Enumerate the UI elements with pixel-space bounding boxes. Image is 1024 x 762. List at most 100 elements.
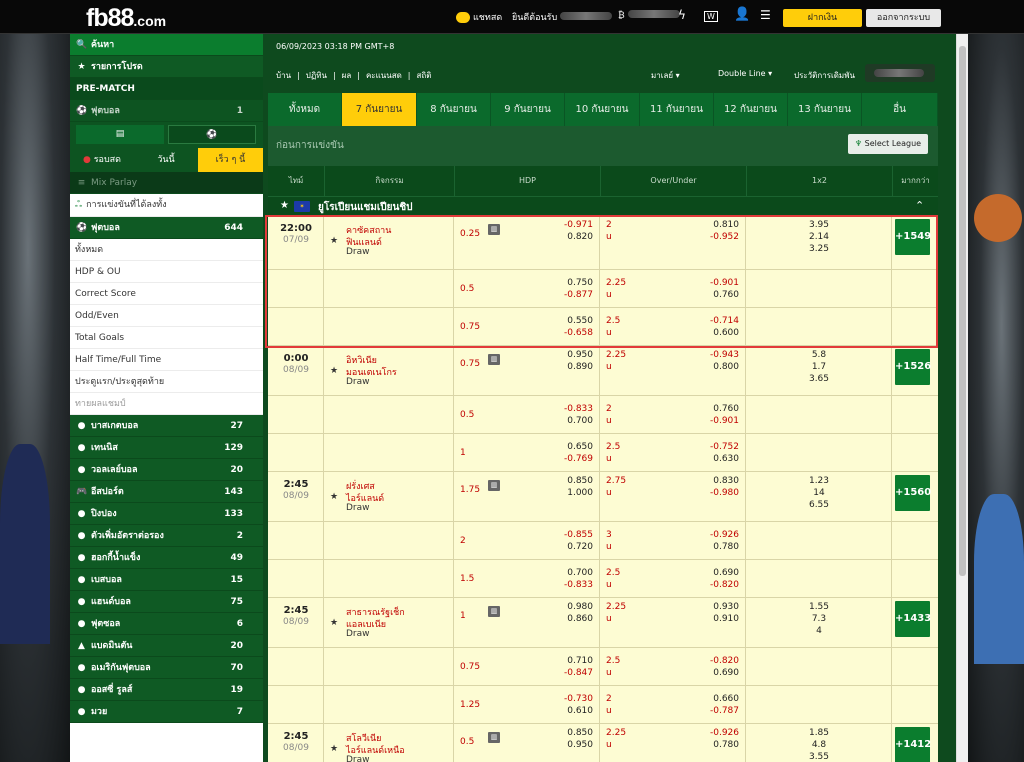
market-item[interactable]: Half Time/Full Time [70, 349, 263, 371]
1x2-odds[interactable]: 7.3 [746, 614, 892, 624]
sidebar-favorites[interactable]: ★ รายการโปรด [70, 56, 263, 78]
ou-cell[interactable]: 2.5 u -0.752 0.630 [600, 434, 746, 471]
favorite-star-icon[interactable]: ★ [330, 492, 338, 502]
sidebar-item-sport[interactable]: ● แฮนด์บอล 75 [70, 591, 263, 613]
hdp-cell[interactable]: 1 0.980 0.860 [454, 598, 600, 647]
home-odds[interactable]: 0.700 [567, 568, 593, 578]
ou-cell[interactable]: 2 u 0.760 -0.901 [600, 396, 746, 433]
home-odds[interactable]: 0.710 [567, 656, 593, 666]
sidebar-item-sport[interactable]: ● ฮอกกี้น้ำแข็ง 49 [70, 547, 263, 569]
away-odds[interactable]: -0.769 [564, 454, 593, 464]
away-odds[interactable]: -0.847 [564, 668, 593, 678]
market-item[interactable]: HDP & OU [70, 261, 263, 283]
sidebar-item-sport[interactable]: 🎮 อีสปอร์ต 143 [70, 481, 263, 503]
1x2-cell[interactable] [746, 686, 892, 723]
league-star-icon[interactable]: ★ [280, 200, 289, 211]
nav-link[interactable]: คะแนนสด [366, 71, 402, 80]
1x2-odds[interactable]: 1.7 [746, 362, 892, 372]
market-item[interactable]: ทายผลแชมป์ [70, 393, 263, 415]
more-markets-button[interactable]: +1560 [895, 475, 931, 511]
home-odds[interactable]: 0.980 [567, 602, 593, 612]
date-tab[interactable]: 12 กันยายน [714, 93, 788, 126]
1x2-cell[interactable]: 5.8 1.7 3.65 [746, 346, 892, 395]
hdp-cell[interactable]: 1.5 0.700 -0.833 [454, 560, 600, 597]
ou-cell[interactable]: 2.75 u 0.830 -0.980 [600, 472, 746, 521]
over-odds[interactable]: -0.943 [710, 350, 739, 360]
nav-link[interactable]: บ้าน [276, 71, 291, 80]
away-odds[interactable]: 0.890 [567, 362, 593, 372]
under-odds[interactable]: -0.901 [710, 416, 739, 426]
market-item[interactable]: Correct Score [70, 283, 263, 305]
more-markets-button[interactable]: +1526 [895, 349, 931, 385]
hdp-cell[interactable]: 0.75 0.950 0.890 [454, 346, 600, 395]
home-odds[interactable]: -0.833 [564, 404, 593, 414]
1x2-cell[interactable] [746, 396, 892, 433]
mix-parlay[interactable]: ≡ Mix Parlay [70, 172, 263, 194]
away-odds[interactable]: 0.720 [567, 542, 593, 552]
tab-today[interactable]: วันนี้ [134, 148, 198, 172]
more-markets-button[interactable]: +1412 [895, 727, 931, 762]
hdp-cell[interactable]: 0.5 0.850 0.950 [454, 724, 600, 762]
market-item[interactable]: Odd/Even [70, 305, 263, 327]
away-odds[interactable]: 0.860 [567, 614, 593, 624]
ou-cell[interactable]: 2.25 u -0.943 0.800 [600, 346, 746, 395]
date-tab[interactable]: ทั้งหมด [268, 93, 342, 126]
favorite-star-icon[interactable]: ★ [330, 744, 338, 754]
1x2-odds[interactable]: 5.8 [746, 350, 892, 360]
ou-cell[interactable]: 2.25 u -0.926 0.780 [600, 724, 746, 762]
ou-cell[interactable]: 2.5 u -0.820 0.690 [600, 648, 746, 685]
over-odds[interactable]: 0.760 [713, 404, 739, 414]
home-odds[interactable]: 0.850 [567, 728, 593, 738]
over-odds[interactable]: -0.926 [710, 728, 739, 738]
sidebar-item-sport[interactable]: ● เทนนิส 129 [70, 437, 263, 459]
1x2-odds[interactable]: 3.65 [746, 374, 892, 384]
under-odds[interactable]: 0.910 [713, 614, 739, 624]
date-tab[interactable]: 10 กันยายน [565, 93, 640, 126]
date-tab[interactable]: 9 กันยายน [491, 93, 565, 126]
date-tab[interactable]: 11 กันยายน [640, 93, 714, 126]
nav-link[interactable]: สถิติ [416, 71, 431, 80]
1x2-odds[interactable]: 3.55 [746, 752, 892, 762]
odds-type-dropdown[interactable]: มาเลย์ ▾ [651, 69, 680, 82]
sidebar-item-sport[interactable]: ● ออสซี่ รูลส์ 19 [70, 679, 263, 701]
sidebar-item-sport[interactable]: ● อเมริกันฟุตบอล 70 [70, 657, 263, 679]
1x2-odds[interactable]: 4 [746, 626, 892, 636]
ticket-icon[interactable]: W [704, 11, 718, 22]
1x2-cell[interactable] [746, 434, 892, 471]
hdp-cell[interactable]: 1 0.650 -0.769 [454, 434, 600, 471]
sidebar-item-sport[interactable]: ● ฟุตซอล 6 [70, 613, 263, 635]
sidebar-item-sport[interactable]: ● บาสเกตบอล 27 [70, 415, 263, 437]
1x2-cell[interactable] [746, 522, 892, 559]
home-odds[interactable]: 0.850 [567, 476, 593, 486]
favorite-star-icon[interactable]: ★ [330, 366, 338, 376]
home-odds[interactable]: -0.855 [564, 530, 593, 540]
tab-live[interactable]: ● รอบสด [70, 148, 134, 172]
over-odds[interactable]: -0.926 [710, 530, 739, 540]
sidebar-item-sport[interactable]: ▲ แบดมินตัน 20 [70, 635, 263, 657]
favorite-star-icon[interactable]: ★ [330, 618, 338, 628]
hdp-cell[interactable]: 0.75 0.710 -0.847 [454, 648, 600, 685]
ou-cell[interactable]: 2.5 u 0.690 -0.820 [600, 560, 746, 597]
deposit-button[interactable]: ฝากเงิน [783, 9, 862, 27]
1x2-cell[interactable]: 1.85 4.8 3.55 [746, 724, 892, 762]
under-odds[interactable]: -0.820 [710, 580, 739, 590]
list-icon[interactable]: ☰ [760, 8, 771, 22]
date-tab[interactable]: 7 กันยายน [342, 93, 417, 126]
date-tab[interactable]: 13 กันยายน [788, 93, 862, 126]
away-odds[interactable]: 0.950 [567, 740, 593, 750]
under-odds[interactable]: -0.787 [710, 706, 739, 716]
date-tab[interactable]: 8 กันยายน [417, 93, 491, 126]
ou-cell[interactable]: 3 u -0.926 0.780 [600, 522, 746, 559]
home-odds[interactable]: 0.650 [567, 442, 593, 452]
scrollbar[interactable] [956, 34, 968, 762]
sidebar-item-sport[interactable]: ● ปิงปอง 133 [70, 503, 263, 525]
fb88-logo[interactable]: fb88.com [86, 4, 166, 33]
away-odds[interactable]: 1.000 [567, 488, 593, 498]
ou-cell[interactable]: 2 u 0.660 -0.787 [600, 686, 746, 723]
hdp-cell[interactable]: 1.25 -0.730 0.610 [454, 686, 600, 723]
sidebar-item-sport[interactable]: ● มวย 7 [70, 701, 263, 723]
over-odds[interactable]: 0.930 [713, 602, 739, 612]
logout-button[interactable]: ออกจากระบบ [866, 9, 941, 27]
1x2-odds[interactable]: 4.8 [746, 740, 892, 750]
more-markets-button[interactable]: +1433 [895, 601, 931, 637]
